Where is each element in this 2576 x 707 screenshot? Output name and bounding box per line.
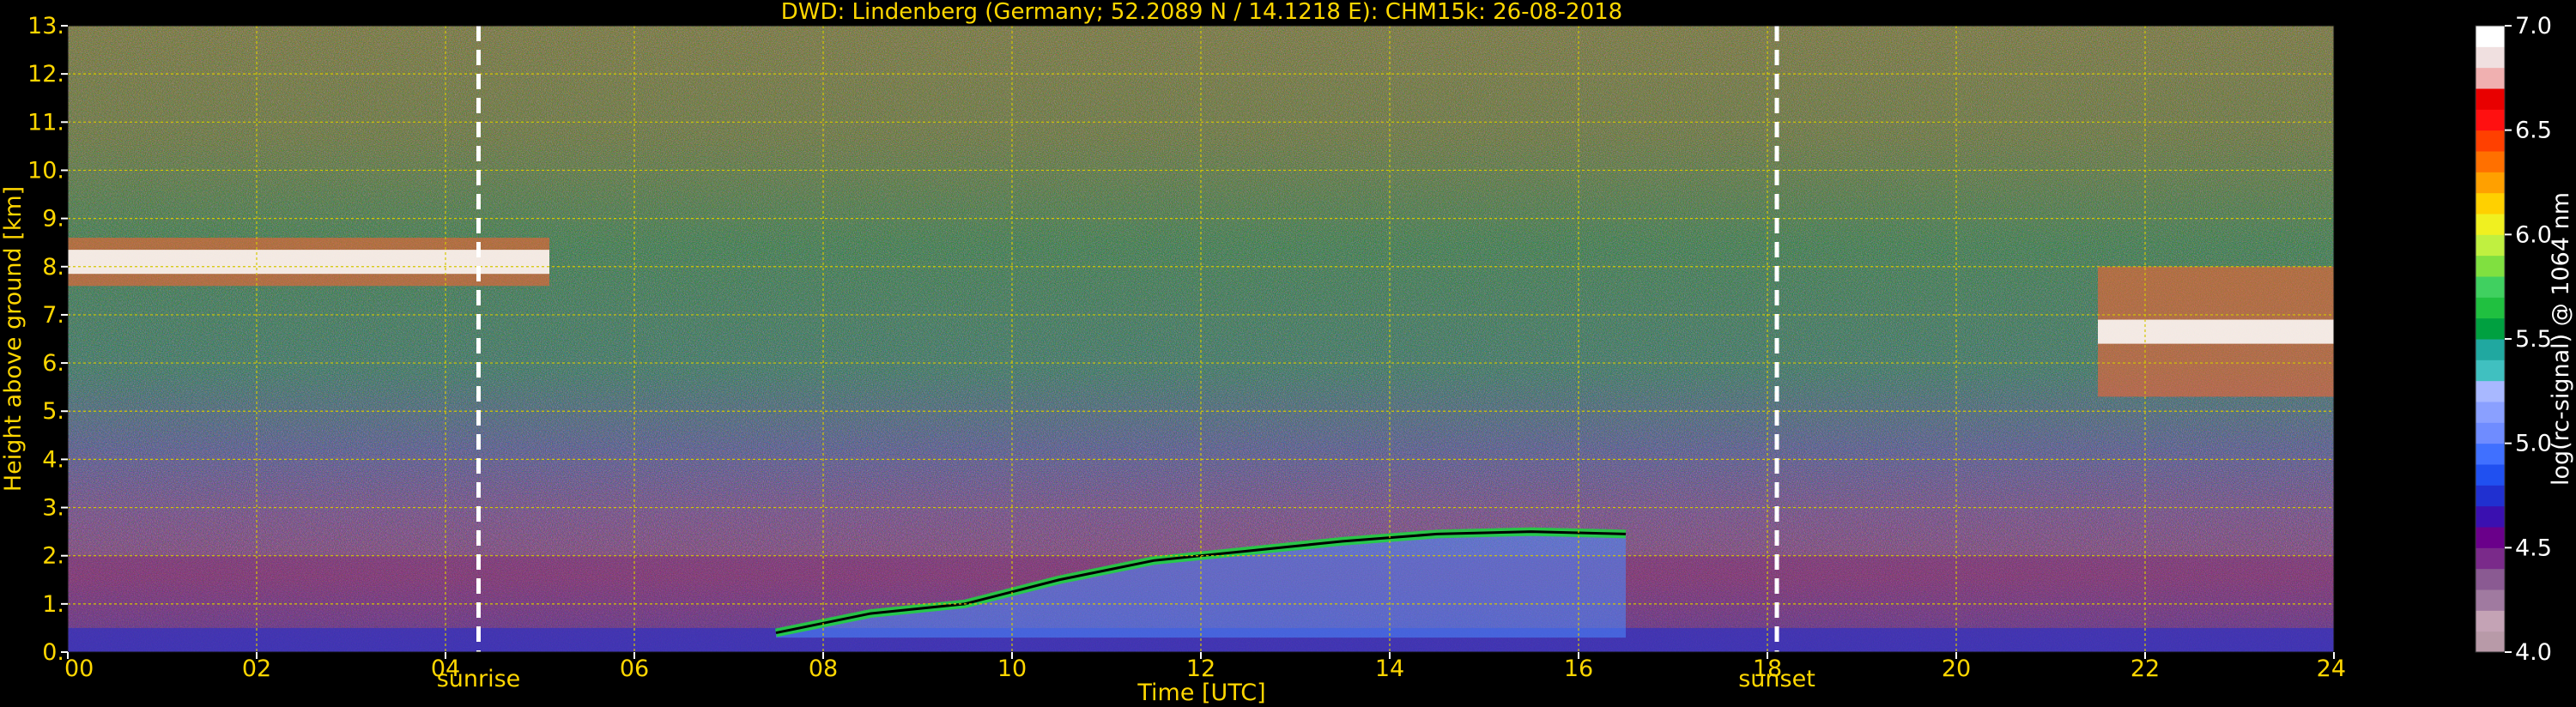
y-tick-label: 11.: [27, 109, 64, 136]
colorbar-segment: [2476, 151, 2505, 172]
x-ticks: 00 02 04 06 08 10 12 14 16 18 20 22 24: [64, 652, 2346, 682]
x-tick-label: 20: [1942, 656, 1971, 682]
colorbar-tick-label: 6.0: [2515, 221, 2552, 248]
colorbar-segment: [2476, 422, 2505, 444]
y-tick-label: 7.: [42, 302, 64, 329]
cirrus-core: [2098, 319, 2334, 344]
colorbar-segment: [2476, 485, 2505, 507]
x-tick-label: 14: [1375, 656, 1404, 682]
colorbar-label: log(rc-signal) @ 1064 nm: [2548, 192, 2574, 486]
colorbar-segment: [2476, 297, 2505, 319]
colorbar-segment: [2476, 610, 2505, 632]
colorbar: 4.0 4.5 5.0 5.5 6.0 6.5 7.0: [2475, 13, 2552, 666]
colorbar-segment: [2476, 172, 2505, 194]
colorbar-segment: [2476, 360, 2505, 382]
colorbar-segment: [2476, 130, 2505, 152]
colorbar-segment: [2476, 67, 2505, 89]
colorbar-tick-label: 5.0: [2515, 431, 2552, 457]
y-tick-label: 13.: [27, 13, 64, 39]
colorbar-segment: [2476, 214, 2505, 235]
colorbar-tick-label: 4.5: [2515, 535, 2552, 561]
colorbar-tick-label: 5.5: [2515, 326, 2552, 353]
x-axis-label: Time [UTC]: [1136, 680, 1265, 706]
chart-title: DWD: Lindenberg (Germany; 52.2089 N / 14…: [781, 0, 1622, 25]
lidar-chart: DWD: Lindenberg (Germany; 52.2089 N / 14…: [0, 0, 2574, 706]
colorbar-segment: [2476, 631, 2505, 653]
y-tick-label: 8.: [42, 254, 64, 281]
colorbar-segment: [2476, 380, 2505, 402]
y-tick-label: 3.: [42, 495, 64, 522]
y-axis-label: Height above ground [km]: [0, 186, 27, 492]
event-label-sunrise: sunrise: [437, 666, 521, 692]
colorbar-segment: [2476, 443, 2505, 465]
y-tick-label: 10.: [27, 157, 64, 184]
x-tick-label: 22: [2131, 656, 2160, 682]
colorbar-segment: [2476, 339, 2505, 360]
y-tick-label: 6.: [42, 350, 64, 377]
y-tick-label: 12.: [27, 61, 64, 88]
y-tick-label: 9.: [42, 206, 64, 233]
colorbar-segment: [2476, 317, 2505, 340]
x-tick-label: 02: [242, 656, 271, 682]
colorbar-segment: [2476, 46, 2505, 69]
x-tick-label: 16: [1564, 656, 1593, 682]
colorbar-segment: [2476, 88, 2505, 110]
y-ticks: 0. 1. 2. 3. 4. 5. 6. 7. 8. 9. 10. 11. 12. 13.: [27, 13, 68, 666]
x-tick-label: 24: [2317, 656, 2346, 682]
y-tick-label: 2.: [42, 543, 64, 570]
colorbar-segment: [2476, 276, 2505, 298]
y-tick-label: 5.: [42, 398, 64, 425]
colorbar-segment: [2476, 234, 2505, 257]
colorbar-tick-label: 4.0: [2515, 639, 2552, 666]
event-label-sunset: sunset: [1738, 666, 1815, 692]
colorbar-segment: [2476, 255, 2505, 277]
colorbar-segment: [2476, 589, 2505, 611]
colorbar-segment: [2476, 547, 2505, 570]
colorbar-tick-label: 6.5: [2515, 118, 2552, 144]
colorbar-tick-label: 7.0: [2515, 13, 2552, 39]
x-tick-label: 06: [620, 656, 649, 682]
x-tick-label: 08: [809, 656, 838, 682]
x-tick-label: 12: [1186, 656, 1215, 682]
x-tick-label: 00: [64, 656, 94, 682]
y-tick-label: 1.: [42, 591, 64, 618]
y-tick-label: 4.: [42, 446, 64, 473]
plot-area: [67, 25, 2335, 653]
colorbar-segment: [2476, 192, 2505, 215]
colorbar-segment: [2476, 464, 2505, 486]
colorbar-segment: [2476, 505, 2505, 528]
colorbar-segment: [2476, 109, 2505, 131]
y-tick-label: 0.: [42, 639, 64, 666]
colorbar-segment: [2476, 26, 2505, 47]
colorbar-segment: [2476, 568, 2505, 590]
x-tick-label: 10: [997, 656, 1027, 682]
colorbar-segment: [2476, 527, 2505, 548]
colorbar-segment: [2476, 402, 2505, 423]
